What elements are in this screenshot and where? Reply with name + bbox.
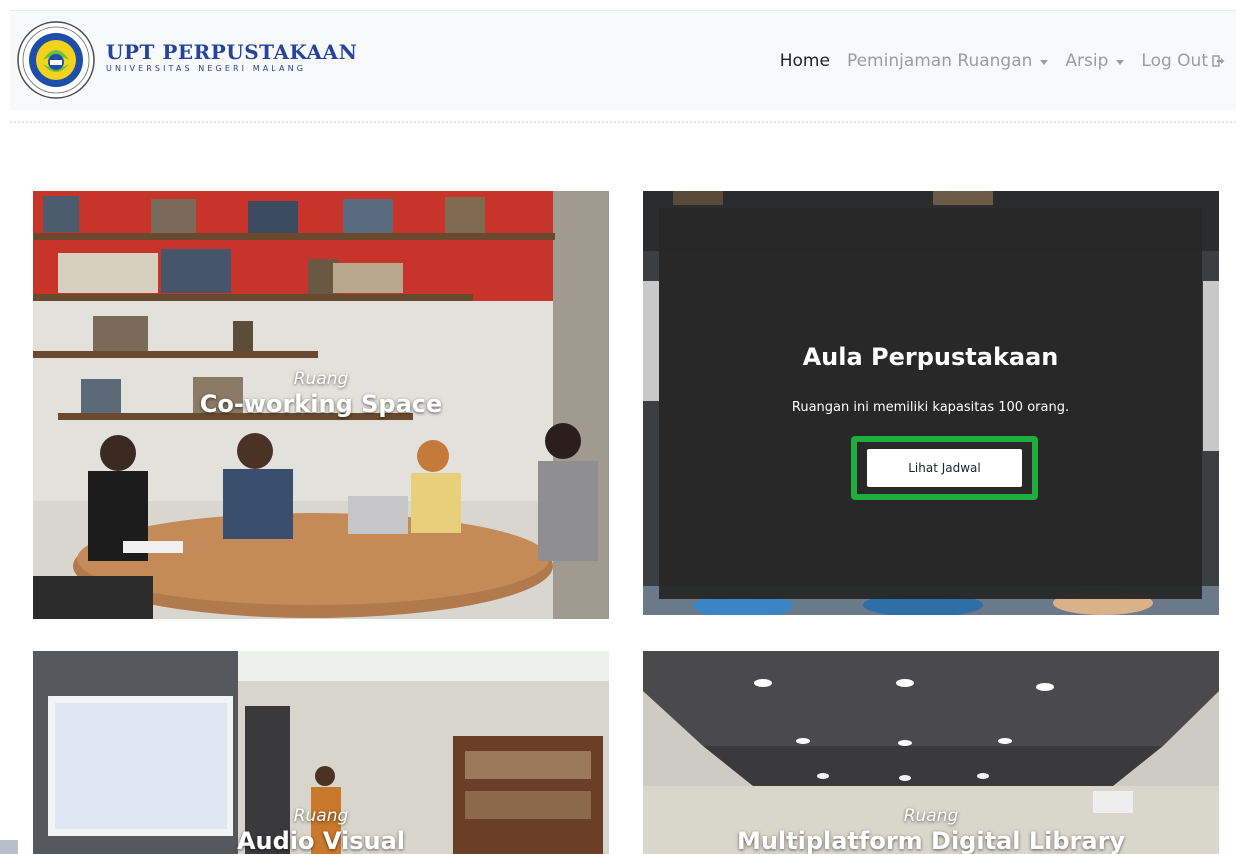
multiplatform-caption-small: Ruang	[903, 806, 959, 826]
audio-visual-caption-small: Ruang	[293, 806, 349, 826]
nav-logout-label: Log Out	[1141, 51, 1208, 71]
brand-title: UPT PERPUSTAKAAN	[106, 40, 358, 64]
coworking-caption-small: Ruang	[293, 369, 349, 389]
multiplatform-caption-title: Multiplatform Digital Library	[736, 827, 1126, 854]
coworking-caption: Ruang Co-working Space	[33, 369, 609, 419]
edge-fragment	[0, 840, 18, 854]
coworking-caption-title: Co-working Space	[199, 390, 443, 418]
audio-visual-caption-title: Audio Visual	[236, 827, 406, 854]
nav-peminjaman-dropdown[interactable]: Peminjaman Ruangan	[846, 51, 1049, 71]
room-card-coworking[interactable]: Ruang Co-working Space	[33, 191, 609, 619]
brand-subtitle: UNIVERSITAS NEGERI MALANG	[106, 64, 307, 73]
audio-visual-caption: Ruang Audio Visual	[33, 806, 609, 854]
room-card-multiplatform[interactable]: Ruang Multiplatform Digital Library	[643, 651, 1219, 854]
nav-logout[interactable]: Log Out	[1141, 51, 1226, 71]
main-nav: Home Peminjaman Ruangan Arsip Log Out	[763, 51, 1226, 71]
nav-arsip-dropdown[interactable]: Arsip	[1065, 51, 1125, 71]
divider	[10, 121, 1236, 123]
nav-home-label: Home	[779, 51, 830, 71]
aula-title: Aula Perpustakaan	[802, 343, 1059, 371]
brand[interactable]: UPT PERPUSTAKAAN UNIVERSITAS NEGERI MALA…	[106, 41, 357, 75]
aula-description: Ruangan ini memiliki kapasitas 100 orang…	[791, 400, 1070, 415]
nav-peminjaman-label: Peminjaman Ruangan	[846, 51, 1033, 71]
aula-overlay: Aula Perpustakaan Ruangan ini memiliki k…	[659, 208, 1202, 599]
logout-icon	[1212, 54, 1226, 68]
nav-arsip-label: Arsip	[1065, 51, 1109, 71]
university-seal-icon[interactable]	[16, 20, 96, 100]
lihat-jadwal-button[interactable]: Lihat Jadwal	[867, 449, 1022, 487]
navbar: UPT PERPUSTAKAAN UNIVERSITAS NEGERI MALA…	[10, 10, 1236, 110]
room-card-aula[interactable]: Aula Perpustakaan Ruangan ini memiliki k…	[643, 191, 1219, 615]
multiplatform-caption: Ruang Multiplatform Digital Library	[643, 806, 1219, 854]
caret-down-icon	[1116, 59, 1125, 65]
nav-home[interactable]: Home	[780, 51, 830, 71]
room-card-audio-visual[interactable]: Ruang Audio Visual	[33, 651, 609, 854]
caret-down-icon	[1040, 59, 1049, 65]
